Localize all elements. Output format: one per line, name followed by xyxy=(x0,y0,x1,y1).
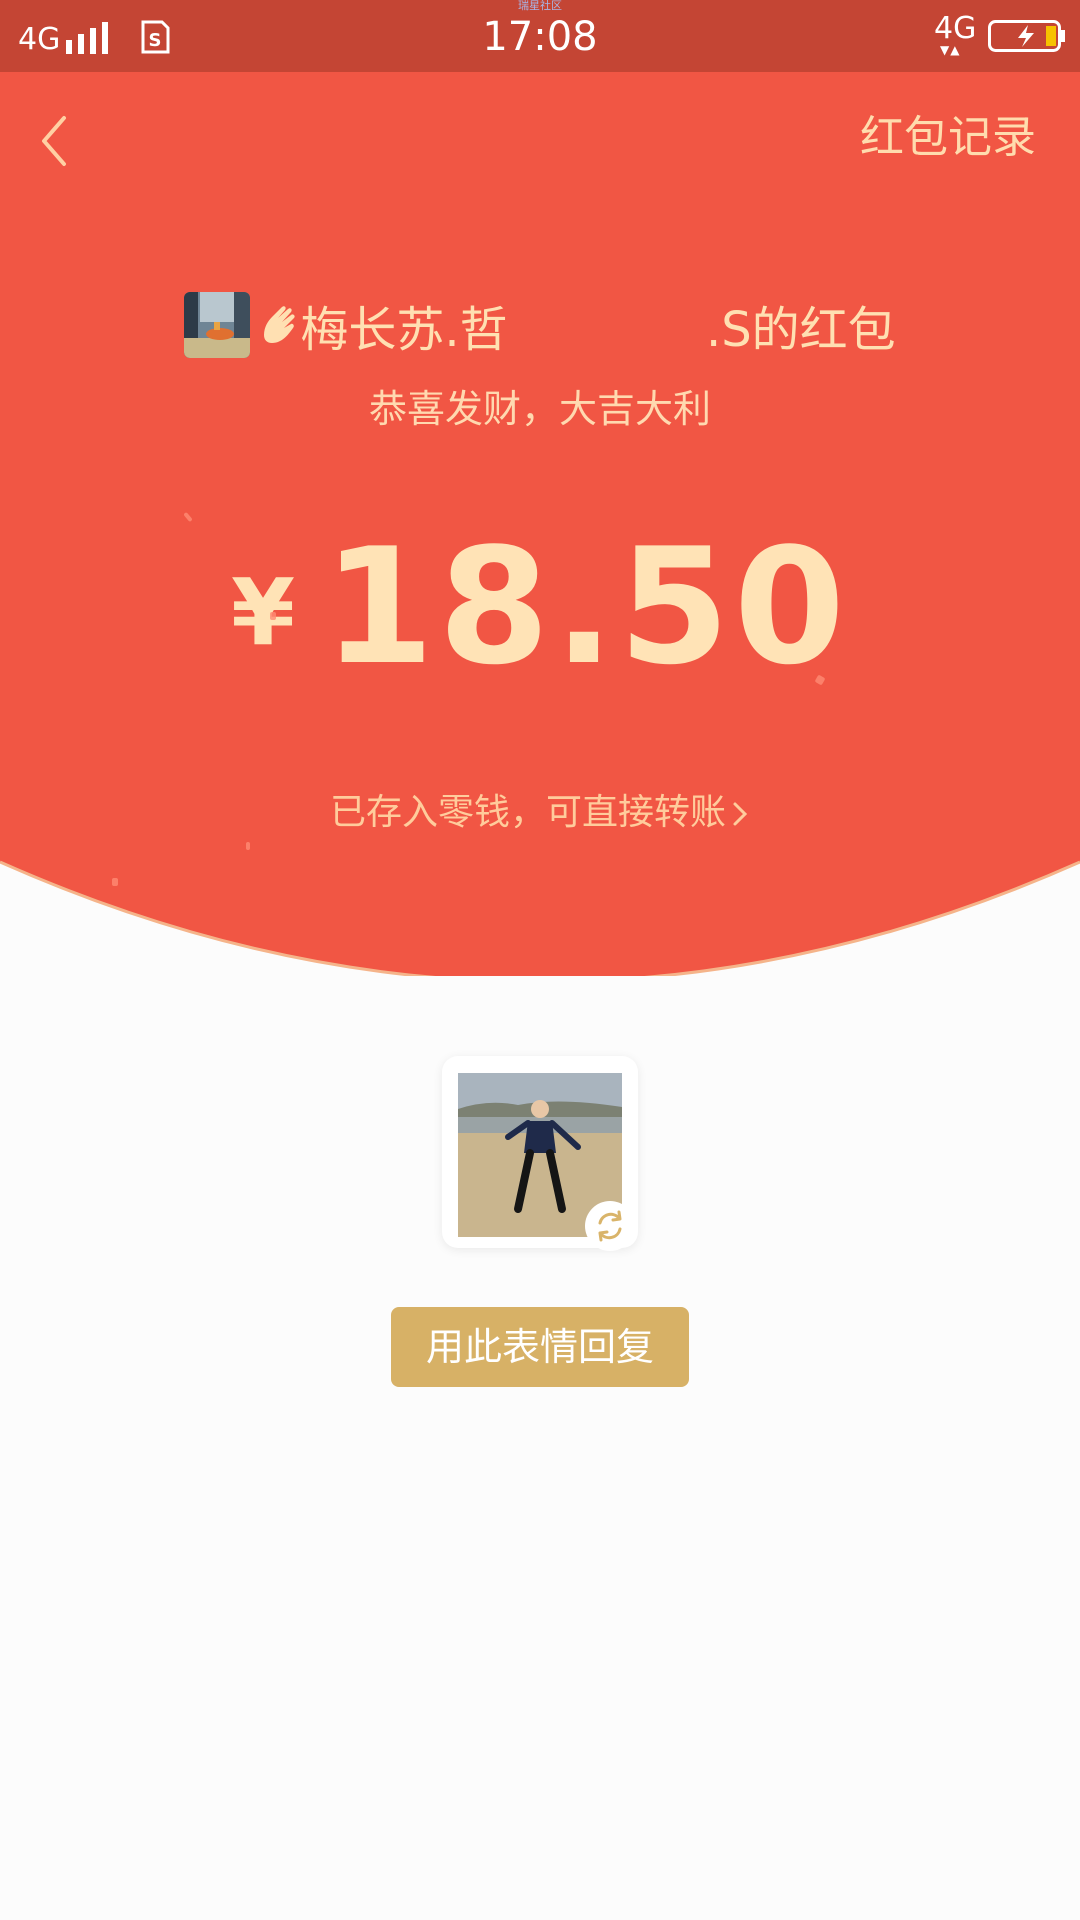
back-arrow-icon[interactable] xyxy=(30,106,78,176)
blessing-message: 恭喜发财，大吉大利 xyxy=(368,387,711,431)
sender-avatar[interactable] xyxy=(184,292,251,358)
deposit-to-change-link[interactable]: 已存入零钱，可直接转账 xyxy=(0,788,1080,838)
sender-row: 梅长苏.哲 .S的红包 xyxy=(0,290,1080,360)
sparkle-decoration xyxy=(270,612,276,620)
reply-with-sticker-button[interactable]: 用此表情回复 xyxy=(391,1307,689,1387)
red-packet-records-link[interactable]: 红包记录 xyxy=(860,108,1036,168)
clock: 17:08 xyxy=(482,14,598,60)
sticker-card[interactable] xyxy=(442,1056,638,1251)
sender-name: 梅长苏.哲 .S的红包 xyxy=(300,302,896,358)
network-type-right: 4G xyxy=(934,11,977,46)
status-bar: 瑞星社区 4G S 17:08 4G ▼▲ xyxy=(0,0,1080,72)
hand-emoji-icon xyxy=(264,306,295,343)
chevron-right-icon xyxy=(733,802,748,826)
sparkle-decoration xyxy=(246,842,250,850)
amount-row: ¥ 18.50 xyxy=(0,513,1080,700)
battery-charging-icon xyxy=(988,20,1065,52)
deposit-text: 已存入零钱，可直接转账 xyxy=(329,792,726,833)
currency-symbol: ¥ xyxy=(230,559,295,666)
sparkle-decoration xyxy=(112,878,118,886)
red-packet-header: 红包记录 梅长苏.哲 .S的红包 恭喜发财，大吉大利 ¥ 18.50 已存入零钱… xyxy=(0,72,1080,976)
status-caption: 瑞星社区 xyxy=(518,0,562,12)
refresh-icon[interactable] xyxy=(585,1201,635,1251)
data-activity-icon: ▼▲ xyxy=(940,43,961,57)
amount-value: 18.50 xyxy=(322,513,850,700)
